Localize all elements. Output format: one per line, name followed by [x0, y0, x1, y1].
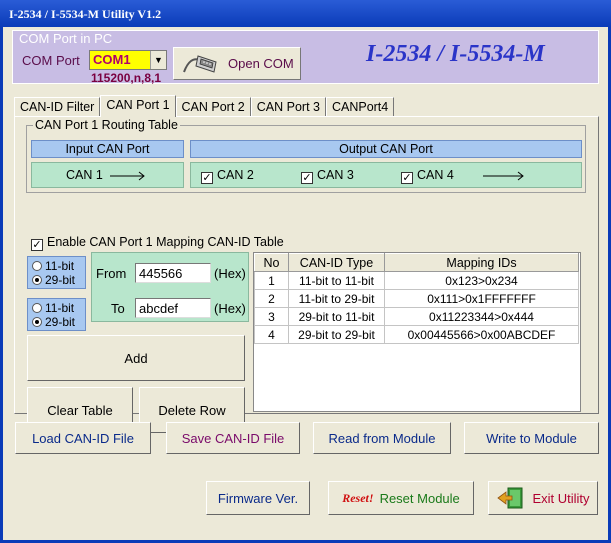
from-11bit-radio[interactable]: 11-bit	[32, 259, 85, 273]
cell-ids: 0x111>0x1FFFFFFF	[384, 289, 579, 308]
to-hex-label: (Hex)	[214, 301, 246, 316]
tab-strip: CAN-ID Filter CAN Port 1 CAN Port 2 CAN …	[14, 95, 395, 117]
save-file-button[interactable]: Save CAN-ID File	[166, 422, 300, 454]
cell-type: 11-bit to 11-bit	[288, 271, 385, 290]
com-port-value: COM1	[93, 52, 131, 67]
main-window: COM Port in PC COM Port COM1 ▼ 115200,n,…	[0, 27, 611, 543]
tab-panel-can-port-1: CAN Port 1 Routing Table Input CAN Port …	[14, 116, 599, 433]
product-title: I-2534 / I-5534-M	[366, 41, 545, 67]
com-port-select[interactable]: COM1 ▼	[89, 50, 167, 70]
to-29bit-radio[interactable]: 29-bit	[32, 315, 85, 329]
cell-type: 29-bit to 29-bit	[288, 325, 385, 344]
checkbox-checked-icon[interactable]: ✓	[401, 172, 413, 184]
mapping-table[interactable]: No CAN-ID Type Mapping IDs 1 11-bit to 1…	[253, 252, 581, 412]
to-11bit-label: 11-bit	[45, 301, 75, 315]
output-can3[interactable]: ✓ CAN 3	[301, 168, 354, 184]
open-com-label: Open COM	[228, 56, 294, 71]
read-module-button[interactable]: Read from Module	[313, 422, 451, 454]
baud-setting: 115200,n,8,1	[91, 71, 162, 85]
col-mapping-ids: Mapping IDs	[384, 253, 579, 272]
from-to-panel: From 445566 (Hex) To abcdef (Hex)	[91, 252, 249, 322]
reset-module-button[interactable]: Reset! Reset Module	[328, 481, 474, 515]
from-hex-label: (Hex)	[214, 266, 246, 281]
output-can3-label: CAN 3	[317, 168, 354, 182]
to-label: To	[111, 301, 125, 316]
checkbox-checked-icon[interactable]: ✓	[201, 172, 213, 184]
serial-plug-icon	[183, 54, 217, 73]
from-29bit-radio[interactable]: 29-bit	[32, 273, 85, 287]
enable-mapping-label: Enable CAN Port 1 Mapping CAN-ID Table	[47, 235, 284, 249]
cell-no: 4	[254, 325, 289, 344]
tab-can-port-3[interactable]: CAN Port 3	[250, 97, 326, 117]
tab-can-port-1[interactable]: CAN Port 1	[100, 95, 176, 117]
radio-icon[interactable]	[32, 261, 42, 271]
routing-table-legend: CAN Port 1 Routing Table	[33, 118, 180, 132]
table-row[interactable]: 4 29-bit to 29-bit 0x00445566>0x00ABCDEF	[254, 325, 579, 344]
from-id-input[interactable]: 445566	[135, 263, 211, 283]
chevron-down-icon[interactable]: ▼	[150, 51, 166, 69]
checkbox-checked-icon[interactable]: ✓	[31, 239, 43, 251]
cell-type: 29-bit to 11-bit	[288, 307, 385, 326]
load-file-button[interactable]: Load CAN-ID File	[15, 422, 151, 454]
exit-door-icon	[497, 487, 523, 509]
reset-icon: Reset!	[342, 490, 374, 505]
arrow-right-icon	[110, 171, 146, 181]
arrow-right-icon	[483, 171, 524, 181]
radio-selected-icon[interactable]	[32, 317, 42, 327]
table-header-row: No CAN-ID Type Mapping IDs	[254, 253, 579, 272]
cell-no: 1	[254, 271, 289, 290]
cell-ids: 0x11223344>0x444	[384, 307, 579, 326]
cell-no: 3	[254, 307, 289, 326]
checkbox-checked-icon[interactable]: ✓	[301, 172, 313, 184]
input-port-label: CAN 1	[66, 168, 103, 182]
output-port-header: Output CAN Port	[190, 140, 582, 158]
table-row[interactable]: 1 11-bit to 11-bit 0x123>0x234	[254, 271, 579, 290]
to-id-input[interactable]: abcdef	[135, 298, 211, 318]
to-bit-selector: 11-bit 29-bit	[27, 298, 86, 331]
to-29bit-label: 29-bit	[45, 315, 76, 329]
radio-icon[interactable]	[32, 303, 42, 313]
enable-mapping-checkbox[interactable]: ✓ Enable CAN Port 1 Mapping CAN-ID Table	[31, 235, 284, 251]
add-button[interactable]: Add	[27, 335, 245, 381]
cell-ids: 0x00445566>0x00ABCDEF	[384, 325, 579, 344]
from-11bit-label: 11-bit	[45, 259, 75, 273]
table-row[interactable]: 3 29-bit to 11-bit 0x11223344>0x444	[254, 307, 579, 326]
reset-module-label: Reset Module	[379, 490, 460, 506]
open-com-button[interactable]: Open COM	[173, 47, 301, 80]
input-port-header: Input CAN Port	[31, 140, 184, 158]
exit-button[interactable]: Exit Utility	[488, 481, 598, 515]
tab-can-id-filter[interactable]: CAN-ID Filter	[14, 97, 101, 117]
output-can2-label: CAN 2	[217, 168, 254, 182]
window-title: I-2534 / I-5534-M Utility V1.2	[0, 0, 611, 27]
cell-no: 2	[254, 289, 289, 308]
col-no: No	[254, 253, 289, 272]
table-row[interactable]: 2 11-bit to 29-bit 0x111>0x1FFFFFFF	[254, 289, 579, 308]
write-module-button[interactable]: Write to Module	[464, 422, 599, 454]
radio-selected-icon[interactable]	[32, 275, 42, 285]
cell-type: 11-bit to 29-bit	[288, 289, 385, 308]
from-label: From	[96, 266, 127, 281]
input-port-cell: CAN 1	[31, 162, 184, 188]
com-port-label: COM Port	[22, 53, 80, 68]
to-11bit-radio[interactable]: 11-bit	[32, 301, 85, 315]
output-can4-label: CAN 4	[417, 168, 454, 182]
output-port-cell: ✓ CAN 2 ✓ CAN 3 ✓ CAN 4	[190, 162, 582, 188]
cell-ids: 0x123>0x234	[384, 271, 579, 290]
from-bit-selector: 11-bit 29-bit	[27, 256, 86, 289]
routing-table-group: CAN Port 1 Routing Table Input CAN Port …	[26, 118, 586, 193]
output-can2[interactable]: ✓ CAN 2	[201, 168, 254, 184]
exit-label: Exit Utility	[532, 490, 590, 506]
from-29bit-label: 29-bit	[45, 273, 76, 287]
tab-can-port-4[interactable]: CANPort4	[325, 97, 395, 117]
tab-can-port-2[interactable]: CAN Port 2	[175, 97, 251, 117]
output-can4[interactable]: ✓ CAN 4	[401, 168, 454, 184]
com-port-legend: COM Port in PC	[19, 31, 113, 46]
firmware-button[interactable]: Firmware Ver.	[206, 481, 310, 515]
com-port-panel: COM Port in PC COM Port COM1 ▼ 115200,n,…	[12, 30, 599, 85]
col-can-id-type: CAN-ID Type	[288, 253, 385, 272]
